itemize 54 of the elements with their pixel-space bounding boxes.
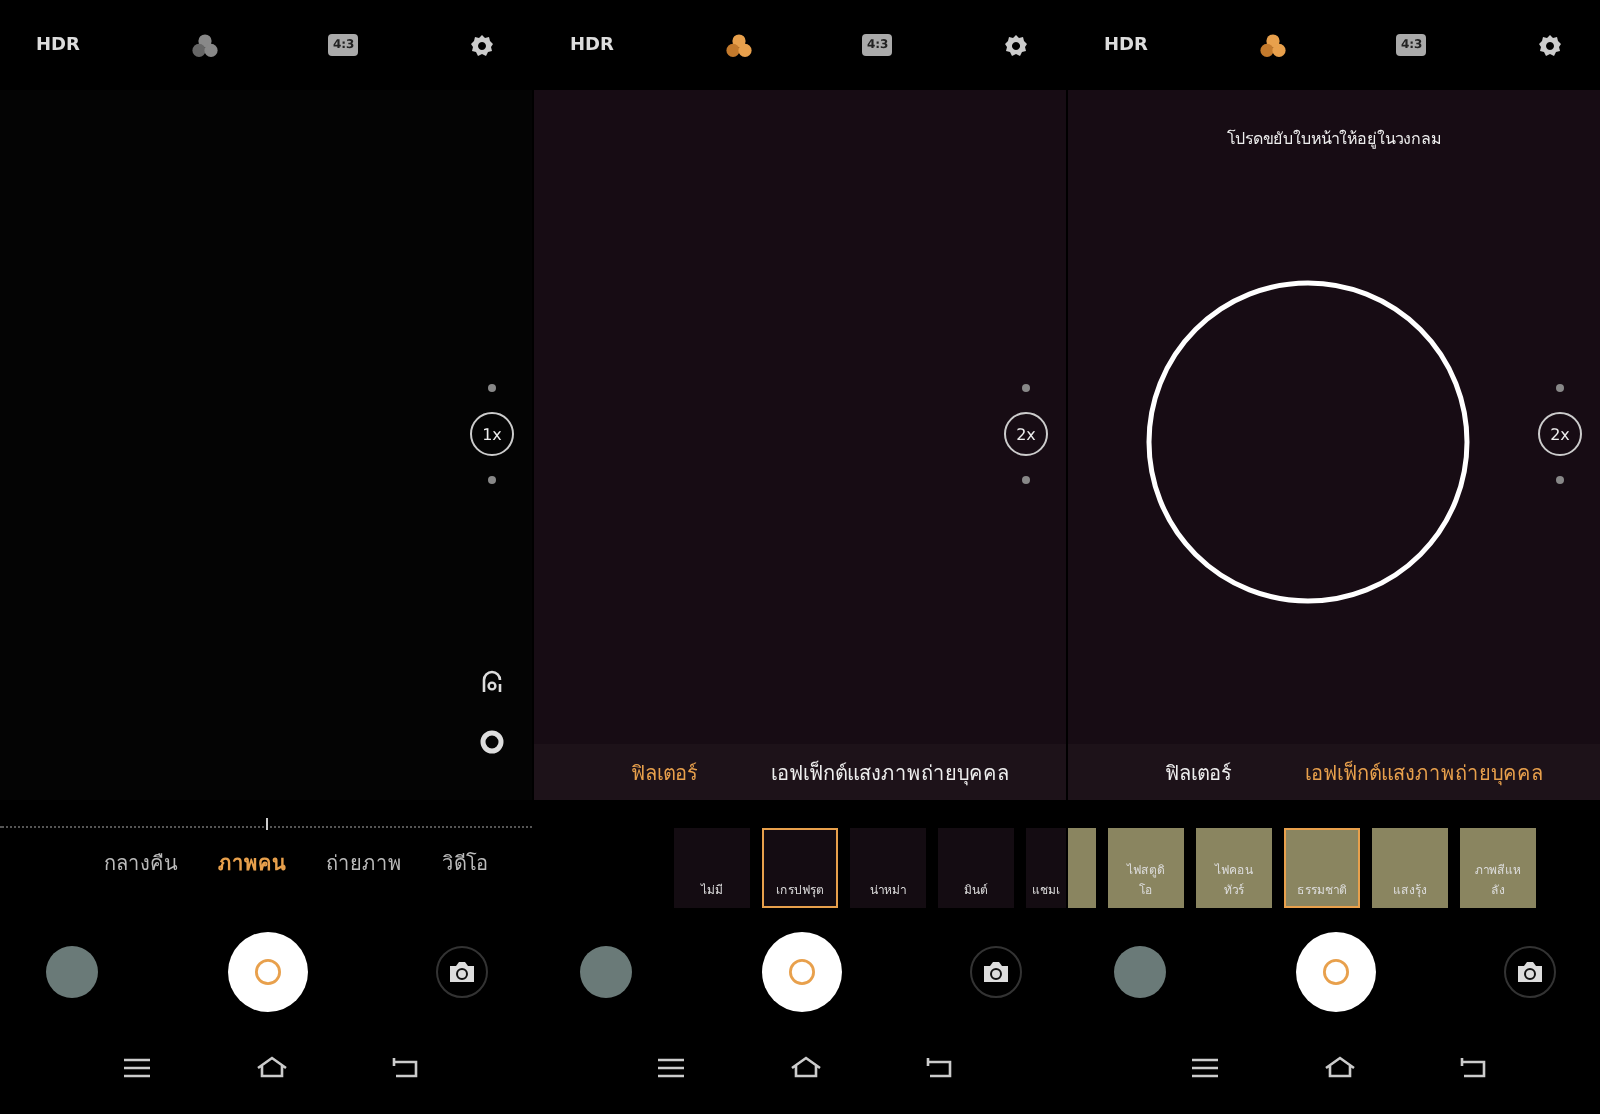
back-button[interactable] bbox=[926, 1056, 952, 1078]
ring-icon bbox=[787, 958, 815, 986]
home-button[interactable] bbox=[255, 1056, 287, 1078]
zoom-dot bbox=[488, 384, 496, 392]
settings-icon[interactable] bbox=[1537, 33, 1562, 57]
beauty-icon[interactable] bbox=[480, 670, 504, 694]
ring-icon bbox=[1321, 958, 1349, 986]
zoom-dot bbox=[1556, 476, 1564, 484]
gallery-thumbnail[interactable] bbox=[46, 946, 98, 998]
hdr-toggle[interactable]: HDR bbox=[36, 35, 80, 55]
gallery-thumbnail[interactable] bbox=[1114, 946, 1166, 998]
hdr-toggle[interactable]: HDR bbox=[1104, 35, 1148, 55]
shutter-button[interactable] bbox=[227, 932, 307, 1012]
effect-tab[interactable]: ฟิลเตอร์ bbox=[1165, 757, 1231, 787]
camera-icon bbox=[448, 960, 476, 984]
filter-icon[interactable] bbox=[191, 33, 218, 57]
camera-icon bbox=[1516, 960, 1544, 984]
shutter-button[interactable] bbox=[1295, 932, 1375, 1012]
menu-button[interactable] bbox=[124, 1057, 150, 1077]
gallery-thumbnail[interactable] bbox=[580, 946, 632, 998]
zoom-dot bbox=[1022, 476, 1030, 484]
face-prompt: โปรดขยับใบหน้าให้อยู่ในวงกลม bbox=[1225, 127, 1443, 152]
menu-button[interactable] bbox=[1192, 1057, 1218, 1077]
mode-tab[interactable]: ถ่ายภาพ bbox=[326, 848, 402, 878]
mode-tab[interactable]: กลางคืน bbox=[104, 848, 178, 878]
mode-tab[interactable]: ภาพคน bbox=[218, 848, 286, 878]
hdr-toggle[interactable]: HDR bbox=[570, 35, 614, 55]
effect-tab[interactable]: เอฟเฟ็กต์แสงภาพถ่ายบุคคล bbox=[771, 757, 1009, 787]
zoom-button[interactable]: 1x bbox=[470, 412, 514, 456]
back-button[interactable] bbox=[392, 1056, 418, 1078]
camera-icon bbox=[982, 960, 1010, 984]
effect-tab[interactable]: ฟิลเตอร์ bbox=[631, 757, 697, 787]
zoom-dot bbox=[1022, 384, 1030, 392]
menu-button[interactable] bbox=[658, 1057, 684, 1077]
switch-camera-button[interactable] bbox=[436, 946, 488, 998]
switch-camera-button[interactable] bbox=[970, 946, 1022, 998]
ring-icon bbox=[253, 958, 281, 986]
switch-camera-button[interactable] bbox=[1504, 946, 1556, 998]
shutter-button[interactable] bbox=[761, 932, 841, 1012]
mode-marker bbox=[266, 818, 268, 830]
home-button[interactable] bbox=[789, 1056, 821, 1078]
effect-tab[interactable]: เอฟเฟ็กต์แสงภาพถ่ายบุคคล bbox=[1305, 757, 1543, 787]
back-button[interactable] bbox=[1460, 1056, 1486, 1078]
filter-icon[interactable] bbox=[1259, 33, 1286, 57]
home-button[interactable] bbox=[1323, 1056, 1355, 1078]
zoom-dot bbox=[1556, 384, 1564, 392]
zoom-button[interactable]: 2x bbox=[1004, 412, 1048, 456]
ring-icon[interactable] bbox=[480, 730, 504, 754]
mode-tab[interactable]: วิดีโอ bbox=[442, 848, 488, 878]
zoom-button[interactable]: 2x bbox=[1538, 412, 1582, 456]
settings-icon[interactable] bbox=[1003, 33, 1028, 57]
settings-icon[interactable] bbox=[469, 33, 494, 57]
filter-icon[interactable] bbox=[725, 33, 752, 57]
zoom-dot bbox=[488, 476, 496, 484]
